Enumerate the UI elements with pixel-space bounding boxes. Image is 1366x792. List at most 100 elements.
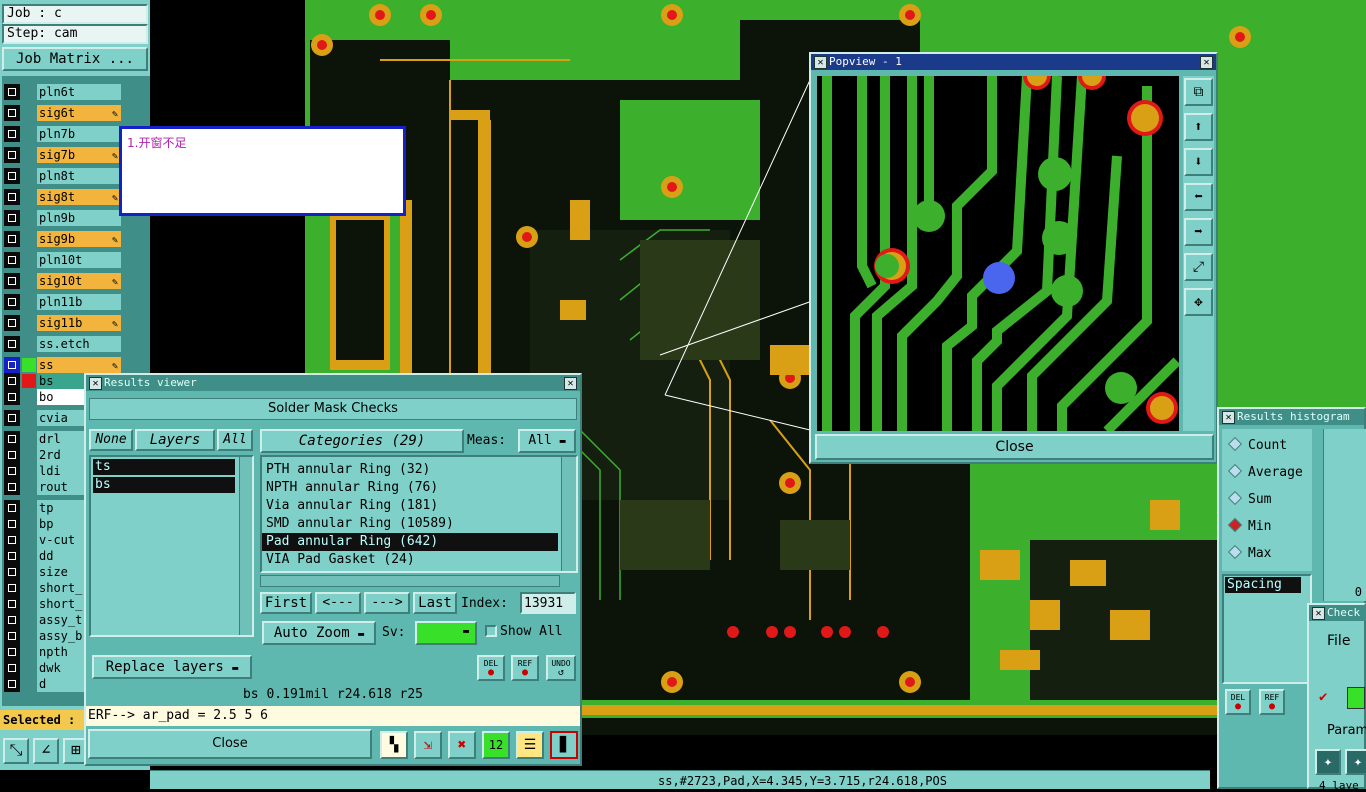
- index-field[interactable]: [520, 592, 576, 614]
- replace-layers-dropdown[interactable]: Replace layers ▬: [92, 655, 252, 679]
- check-run-icon[interactable]: [1347, 687, 1365, 709]
- toolbar-export-icon[interactable]: ⇲: [414, 731, 442, 759]
- toolbar-histogram-icon[interactable]: ▊: [550, 731, 578, 759]
- option-count[interactable]: Count: [1227, 433, 1287, 459]
- layer-checkbox[interactable]: [4, 580, 20, 596]
- layer-checkbox[interactable]: [4, 463, 20, 479]
- layer-row[interactable]: ss.etch: [3, 335, 121, 353]
- layer-name[interactable]: sig8t ✎: [37, 189, 121, 205]
- layer-checkbox[interactable]: [4, 336, 20, 352]
- undo-button[interactable]: UNDO ↺: [546, 655, 576, 681]
- layer-checkbox[interactable]: [4, 596, 20, 612]
- layer-listbox[interactable]: ts bs: [89, 455, 254, 637]
- layer-name[interactable]: sig9b ✎: [37, 231, 121, 247]
- ref-button[interactable]: REF ●: [511, 655, 539, 681]
- layer-checkbox[interactable]: [4, 147, 20, 163]
- sv-color-dropdown[interactable]: ▬: [415, 621, 477, 645]
- results-close-button[interactable]: Close: [88, 729, 372, 759]
- tool-measure-button[interactable]: ∠: [33, 738, 59, 764]
- layer-list-scrollbar[interactable]: [239, 457, 252, 635]
- window-menu-icon[interactable]: ✕: [1222, 411, 1235, 424]
- layer-row[interactable]: sig7b ✎: [3, 146, 121, 164]
- layer-row[interactable]: pln7b: [3, 125, 121, 143]
- layer-row[interactable]: sig11b ✎: [3, 314, 121, 332]
- layer-checkbox[interactable]: [4, 431, 20, 447]
- next-button[interactable]: --->: [364, 592, 410, 614]
- layer-checkbox[interactable]: [4, 628, 20, 644]
- last-button[interactable]: Last: [413, 592, 457, 614]
- layer-row[interactable]: pln8t: [3, 167, 121, 185]
- file-menu[interactable]: File: [1327, 633, 1350, 649]
- layers-none-button[interactable]: None: [89, 429, 133, 451]
- layer-checkbox[interactable]: [4, 612, 20, 628]
- category-item[interactable]: Via annular Ring (181): [262, 497, 558, 515]
- layer-row[interactable]: pln11b: [3, 293, 121, 311]
- layer-row[interactable]: pln6t: [3, 83, 121, 101]
- pan-left-icon[interactable]: ⬅: [1184, 183, 1213, 211]
- layer-name[interactable]: sig11b ✎: [37, 315, 121, 331]
- layer-name[interactable]: pln8t: [37, 168, 121, 184]
- zoom-out-icon[interactable]: ✥: [1184, 288, 1213, 316]
- layer-row[interactable]: sig9b ✎: [3, 230, 121, 248]
- layer-row[interactable]: sig10t ✎: [3, 272, 121, 290]
- layer-checkbox[interactable]: [4, 660, 20, 676]
- close-icon[interactable]: ✕: [1200, 56, 1213, 69]
- toolbar-delete-icon[interactable]: ✖: [448, 731, 476, 759]
- layer-checkbox[interactable]: [4, 231, 20, 247]
- layer-checkbox[interactable]: [4, 126, 20, 142]
- layer-checkbox[interactable]: [4, 252, 20, 268]
- categories-hscrollbar[interactable]: [260, 575, 560, 587]
- layer-list-item[interactable]: ts: [93, 459, 235, 475]
- layer-checkbox[interactable]: [4, 676, 20, 692]
- category-item[interactable]: PTH annular Ring (32): [262, 461, 558, 479]
- layers-all-button[interactable]: All: [217, 429, 253, 451]
- layer-checkbox[interactable]: [4, 389, 20, 405]
- layer-checkbox[interactable]: [4, 500, 20, 516]
- spacing-list[interactable]: Spacing: [1222, 574, 1312, 684]
- meas-dropdown[interactable]: All ▬: [518, 429, 576, 453]
- layer-row[interactable]: pln9b: [3, 209, 121, 227]
- layer-row[interactable]: sig6t ✎: [3, 104, 121, 122]
- layer-checkbox[interactable]: [4, 644, 20, 660]
- option-average[interactable]: Average: [1227, 460, 1303, 486]
- layer-name[interactable]: pln11b: [37, 294, 121, 310]
- layer-name[interactable]: pln9b: [37, 210, 121, 226]
- layer-checkbox[interactable]: [4, 447, 20, 463]
- window-menu-icon[interactable]: ✕: [1312, 607, 1325, 620]
- layer-name[interactable]: pln7b: [37, 126, 121, 142]
- pan-down-icon[interactable]: ⬇: [1184, 148, 1213, 176]
- layer-name[interactable]: sig7b ✎: [37, 147, 121, 163]
- tool-zoom-button[interactable]: ⤡: [3, 738, 29, 764]
- categories-listbox[interactable]: PTH annular Ring (32) NPTH annular Ring (…: [260, 455, 578, 573]
- layer-checkbox[interactable]: [4, 315, 20, 331]
- check-tool-icon-2[interactable]: ✦: [1345, 749, 1366, 775]
- zoom-fit-icon[interactable]: ⧉: [1184, 78, 1213, 106]
- close-icon[interactable]: ✕: [564, 377, 577, 390]
- layer-name[interactable]: ss ✎: [37, 357, 121, 373]
- pan-up-icon[interactable]: ⬆: [1184, 113, 1213, 141]
- layer-checkbox[interactable]: [4, 294, 20, 310]
- option-sum[interactable]: Sum: [1227, 487, 1271, 513]
- show-all-checkbox[interactable]: [485, 625, 497, 637]
- popview-canvas[interactable]: [817, 76, 1179, 431]
- toolbar-count-icon[interactable]: 12: [482, 731, 510, 759]
- layer-row[interactable]: sig8t ✎: [3, 188, 121, 206]
- window-menu-icon[interactable]: ✕: [89, 377, 102, 390]
- toolbar-layers-icon[interactable]: ▚: [380, 731, 408, 759]
- layer-checkbox[interactable]: [4, 479, 20, 495]
- layer-checkbox[interactable]: [4, 373, 20, 389]
- layer-checkbox[interactable]: [4, 564, 20, 580]
- category-item[interactable]: VIA Pad Gasket (24): [262, 551, 558, 569]
- layer-checkbox[interactable]: [4, 410, 20, 426]
- popview-close-button[interactable]: Close: [815, 434, 1214, 460]
- toolbar-report-icon[interactable]: ☰: [516, 731, 544, 759]
- zoom-in-icon[interactable]: ⤢: [1184, 253, 1213, 281]
- categories-scrollbar[interactable]: [561, 457, 576, 571]
- category-item[interactable]: SMD annular Ring (10589): [262, 515, 558, 533]
- histogram-ref-button[interactable]: REF ●: [1259, 689, 1285, 715]
- layer-checkbox[interactable]: [4, 105, 20, 121]
- layer-name[interactable]: pln6t: [37, 84, 121, 100]
- layer-checkbox[interactable]: [4, 548, 20, 564]
- spacing-item[interactable]: Spacing: [1225, 577, 1301, 593]
- option-min[interactable]: Min: [1227, 514, 1271, 540]
